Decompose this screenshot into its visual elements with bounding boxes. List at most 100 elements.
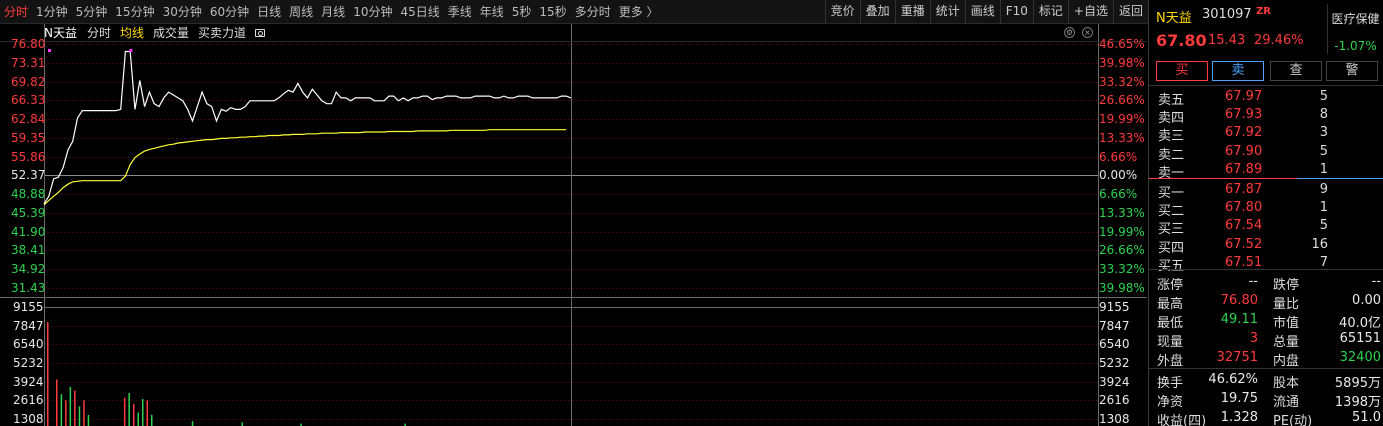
percent-tick-label: 19.99% (1099, 112, 1145, 127)
volume-tick-label: 2616 (13, 393, 44, 408)
volume-bar (60, 394, 63, 426)
volume-bar (69, 386, 72, 426)
ask-row[interactable]: 卖五 67.97 5 (1149, 88, 1383, 108)
stat-label: 总量 (1273, 335, 1300, 351)
stats-row: 外盘 32751 内盘 32400 (1149, 349, 1383, 370)
percent-tick-label: 46.65% (1099, 37, 1145, 51)
ask-row[interactable]: 卖三 67.92 3 (1149, 124, 1383, 144)
stat-label: 量比 (1273, 297, 1300, 313)
bid-row[interactable]: 买四 67.52 16 (1149, 236, 1383, 256)
zr-badge: ZR (1256, 6, 1271, 17)
industry-change: -1.07% (1334, 39, 1377, 53)
last-price: 67.80 (1156, 31, 1207, 50)
level-label: 卖五 (1158, 93, 1185, 108)
volume-tick-label: 7847 (13, 318, 44, 333)
price-change-percent: 29.46% (1254, 33, 1304, 48)
stat-value: 76.80 (1220, 293, 1258, 309)
percent-tick-label: 33.32% (1099, 262, 1145, 277)
alert-button[interactable]: 警 (1326, 61, 1378, 81)
level-volume: 3 (1319, 125, 1328, 141)
industry-box[interactable]: 医疗保健 -1.07% (1327, 4, 1383, 54)
volume-bar (241, 422, 243, 426)
volume-bar (128, 393, 130, 426)
level-price: 67.90 (1225, 143, 1263, 159)
level-volume: 7 (1319, 254, 1328, 270)
price-tick-label: 48.88 (11, 187, 46, 202)
buy-button[interactable]: 买 (1156, 61, 1208, 81)
level-price: 67.87 (1225, 182, 1263, 197)
stats-row: 净资 19.75 流通 1398万 (1149, 390, 1383, 410)
volume-tick-label: 5232 (1099, 356, 1130, 370)
ask-row[interactable]: 卖四 67.93 8 (1149, 106, 1383, 126)
level-volume: 5 (1319, 89, 1328, 104)
stat-value: 0.00 (1352, 293, 1381, 309)
bid-row[interactable]: 买二 67.80 1 (1149, 199, 1383, 220)
level-volume: 9 (1319, 182, 1328, 197)
volume-bar (87, 415, 90, 426)
volume-bar (56, 379, 58, 426)
level-volume: 8 (1319, 107, 1328, 123)
volume-tick-label: 3924 (13, 374, 44, 389)
stats-row: 换手 46.62% 股本 5895万 (1149, 371, 1383, 391)
query-button[interactable]: 查 (1270, 61, 1322, 81)
level-label: 卖二 (1158, 147, 1185, 163)
level-price: 67.52 (1225, 236, 1263, 252)
volume-tick-label: 2616 (1099, 393, 1130, 408)
price-tick-label: 73.31 (11, 55, 46, 70)
volume-bars (47, 322, 406, 426)
percent-tick-label: 26.66% (1099, 93, 1145, 108)
stock-code: 301097 (1202, 7, 1252, 22)
volume-bar (47, 322, 49, 426)
stat-value: -- (1371, 274, 1381, 289)
bid-row[interactable]: 买一 67.87 9 (1149, 181, 1383, 201)
level-price: 67.54 (1225, 218, 1263, 234)
price-tick-label: 66.33 (11, 93, 46, 108)
volume-tick-label: 7847 (1099, 318, 1130, 333)
level-label: 买四 (1158, 240, 1185, 256)
volume-bar (137, 412, 139, 426)
stat-label: 内盘 (1273, 354, 1300, 370)
volume-bar (65, 400, 67, 426)
stat-label: 流通 (1273, 394, 1300, 410)
stat-value: 65151 (1339, 331, 1381, 347)
level-label: 买一 (1158, 186, 1185, 201)
stat-value: 40.0亿 (1339, 316, 1381, 332)
ask-row[interactable]: 卖二 67.90 5 (1149, 143, 1383, 163)
stat-label: 净资 (1157, 394, 1184, 410)
stat-label: 股本 (1273, 375, 1300, 391)
stat-value: -- (1248, 274, 1258, 289)
stat-label: 换手 (1157, 375, 1184, 391)
stat-label: 收益(四) (1157, 413, 1207, 426)
volume-bar (83, 400, 85, 426)
level-label: 买三 (1158, 222, 1185, 238)
percent-tick-label: 6.66% (1099, 187, 1138, 202)
volume-bar (146, 400, 148, 426)
stat-value: 1398万 (1334, 394, 1381, 410)
stat-value: 51.0 (1352, 409, 1381, 425)
price-tick-label: 55.86 (11, 149, 46, 164)
level-price: 67.51 (1225, 254, 1263, 270)
stock-name: N天益 (1156, 11, 1192, 26)
stat-label: 跌停 (1273, 278, 1300, 293)
ask-row[interactable]: 卖一 67.89 1 (1149, 161, 1383, 181)
intraday-chart[interactable] (0, 0, 1148, 426)
stat-label: PE(动) (1273, 413, 1313, 426)
stats-row: 涨停 -- 跌停 -- (1149, 273, 1383, 293)
stat-value: 3 (1249, 331, 1258, 347)
volume-bar (151, 415, 153, 426)
volume-bar (142, 399, 144, 426)
level-label: 买二 (1158, 204, 1185, 220)
percent-tick-label: 0.00% (1099, 168, 1138, 183)
price-tick-label: 45.39 (11, 205, 46, 220)
bid-row[interactable]: 买三 67.54 5 (1149, 217, 1383, 238)
price-change: 15.43 (1208, 33, 1246, 48)
divider (1149, 368, 1383, 369)
divider (1149, 269, 1383, 270)
industry-name: 医疗保健 (1331, 12, 1380, 26)
level-volume: 5 (1319, 218, 1328, 234)
volume-tick-label: 6540 (13, 337, 44, 352)
percent-tick-label: 39.98% (1099, 281, 1145, 295)
level-price: 67.92 (1225, 125, 1263, 141)
stats-row: 最高 76.80 量比 0.00 (1149, 292, 1383, 313)
sell-button[interactable]: 卖 (1212, 61, 1264, 81)
